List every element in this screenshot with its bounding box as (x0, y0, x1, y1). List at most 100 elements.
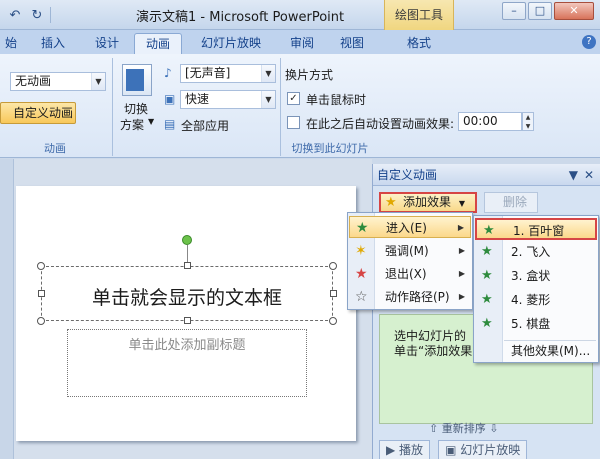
slideshow-button[interactable]: ▣ 幻灯片放映 (438, 440, 528, 459)
animation-preset-select[interactable]: 无动画 ▼ (10, 72, 106, 91)
time-spinner[interactable]: ▲ ▼ (522, 112, 534, 131)
close-button[interactable]: ✕ (554, 2, 594, 20)
resize-handle[interactable] (184, 317, 191, 324)
speed-icon: ▣ (164, 92, 176, 106)
remove-button[interactable]: 删除 (484, 192, 538, 213)
slide-canvas[interactable]: 单击就会显示的文本框 单击此处添加副标题 (16, 186, 356, 441)
exit-star-icon: ★ (355, 266, 368, 282)
drawing-tools-context-tab: 绘图工具 (384, 0, 454, 30)
resize-handle[interactable] (329, 317, 337, 325)
sound-icon: ♪ (164, 66, 172, 80)
pane-footer: ▶ 播放 ▣ 幻灯片放映 (379, 440, 528, 459)
subtitle-placeholder[interactable]: 单击此处添加副标题 (67, 329, 307, 397)
sound-select[interactable]: [无声音] ▼ (180, 64, 276, 83)
transition-scheme-icon[interactable] (122, 64, 152, 96)
resize-handle[interactable] (330, 290, 337, 297)
quick-access-toolbar: ↶ ↻ (6, 6, 51, 24)
tab-view[interactable]: 视图 (330, 33, 374, 54)
on-click-checkbox[interactable]: ✓ (287, 92, 300, 105)
entrance-blinds[interactable]: ★ 1. 百叶窗 (475, 218, 597, 240)
auto-advance-time-input[interactable]: 00:00 (458, 112, 522, 131)
tab-format[interactable]: 格式 (392, 33, 446, 54)
menu-item-label: 强调(M) (385, 244, 429, 258)
scheme-dropdown-icon[interactable]: ▼ (148, 117, 154, 126)
tab-animation[interactable]: 动画 (134, 33, 182, 54)
reorder-label[interactable]: ⇧ 重新排序 ⇩ (429, 420, 498, 436)
menu-item-label: 退出(X) (385, 267, 427, 281)
close-icon[interactable]: ✕ (584, 164, 594, 186)
submenu-arrow-icon: ▶ (457, 223, 464, 232)
entrance-more-effects[interactable]: 其他效果(M)... (475, 340, 597, 362)
down-arrow-icon[interactable]: ⇩ (489, 422, 498, 435)
resize-handle[interactable] (38, 290, 45, 297)
entrance-star-icon: ★ (356, 220, 369, 236)
menu-item-label: 1. 百叶窗 (513, 224, 565, 238)
rotate-handle[interactable] (182, 235, 192, 245)
play-button[interactable]: ▶ 播放 (379, 440, 431, 459)
menu-item-exit[interactable]: ★ 退出(X) ▶ (349, 263, 471, 285)
add-effect-button[interactable]: ★ 添加效果 ▼ (379, 192, 477, 213)
title-bar: ↶ ↻ 演示文稿1 - Microsoft PowerPoint 绘图工具 – … (0, 0, 600, 30)
resize-handle[interactable] (37, 262, 45, 270)
tab-slideshow[interactable]: 幻灯片放映 (192, 33, 270, 54)
tab-review[interactable]: 审阅 (280, 33, 324, 54)
apply-all-button[interactable]: 全部应用 (181, 117, 229, 134)
window-controls: – □ ✕ (502, 2, 594, 20)
menu-item-label: 进入(E) (386, 221, 427, 235)
menu-item-label: 4. 菱形 (511, 293, 551, 307)
remove-label: 删除 (503, 195, 528, 209)
slide-thumbnail-pane[interactable] (0, 159, 14, 459)
title-textbox[interactable]: 单击就会显示的文本框 (41, 266, 333, 321)
menu-item-label: 其他效果(M)... (511, 344, 591, 358)
speed-select[interactable]: 快速 ▼ (180, 90, 276, 109)
redo-icon[interactable]: ↻ (28, 6, 46, 24)
tab-home[interactable]: 始 (0, 33, 22, 54)
menu-item-motion-path[interactable]: ☆ 动作路径(P) ▶ (349, 286, 471, 308)
resize-handle[interactable] (329, 262, 337, 270)
menu-item-label: 3. 盒状 (511, 269, 551, 283)
entrance-submenu: ★ 1. 百叶窗 ★ 2. 飞入 ★ 3. 盒状 ★ 4. 菱形 ★ 5. 棋盘… (473, 215, 599, 363)
advance-slide-title: 换片方式 (285, 68, 334, 82)
chevron-down-icon: ▼ (91, 73, 105, 90)
undo-icon[interactable]: ↶ (6, 6, 24, 24)
menu-item-label: 动作路径(P) (385, 290, 450, 304)
window-title: 演示文稿1 - Microsoft PowerPoint (136, 10, 345, 25)
fly-in-effect-icon: ★ (481, 244, 493, 259)
resize-handle[interactable] (184, 262, 191, 269)
submenu-arrow-icon: ▶ (458, 292, 465, 301)
scheme-label-line1: 切换 (124, 102, 149, 116)
slide-workspace: 单击就会显示的文本框 单击此处添加副标题 (0, 159, 372, 459)
transition-group-label: 切换到此幻灯片 (291, 142, 369, 155)
title-textbox-text[interactable]: 单击就会显示的文本框 (42, 283, 332, 310)
custom-animation-button[interactable]: 自定义动画 (0, 102, 76, 124)
checkerboard-effect-icon: ★ (481, 316, 493, 331)
chevron-down-icon: ▼ (261, 91, 275, 108)
motion-path-star-icon: ☆ (355, 289, 368, 305)
menu-item-label: 2. 飞入 (511, 245, 551, 259)
pane-options-icon[interactable]: ▼ (569, 164, 578, 186)
entrance-checkerboard[interactable]: ★ 5. 棋盘 (475, 313, 597, 335)
ribbon-tabs: 始 插入 设计 动画 幻灯片放映 审阅 视图 格式 ? (0, 30, 600, 54)
up-arrow-icon[interactable]: ⇧ (429, 422, 438, 435)
play-label: 播放 (399, 443, 424, 457)
menu-item-entrance[interactable]: ★ 进入(E) ▶ (349, 216, 471, 238)
tab-design[interactable]: 设计 (84, 33, 130, 54)
menu-item-label: 5. 棋盘 (511, 317, 551, 331)
slideshow-label: 幻灯片放映 (460, 443, 521, 457)
entrance-fly-in[interactable]: ★ 2. 飞入 (475, 241, 597, 263)
minimize-button[interactable]: – (502, 2, 526, 20)
star-icon: ★ (385, 195, 397, 210)
entrance-box[interactable]: ★ 3. 盒状 (475, 265, 597, 287)
menu-item-emphasis[interactable]: ✶ 强调(M) ▶ (349, 240, 471, 262)
blinds-effect-icon: ★ (483, 223, 495, 238)
entrance-diamond[interactable]: ★ 4. 菱形 (475, 289, 597, 311)
pane-title: 自定义动画 (377, 168, 438, 182)
auto-advance-checkbox[interactable] (287, 116, 300, 129)
scheme-label-line2[interactable]: 方案 (120, 116, 144, 133)
box-effect-icon: ★ (481, 268, 493, 283)
add-effect-label: 添加效果 (403, 195, 452, 209)
tab-insert[interactable]: 插入 (30, 33, 76, 54)
resize-handle[interactable] (37, 317, 45, 325)
restore-button[interactable]: □ (528, 2, 552, 20)
help-icon[interactable]: ? (582, 35, 596, 49)
